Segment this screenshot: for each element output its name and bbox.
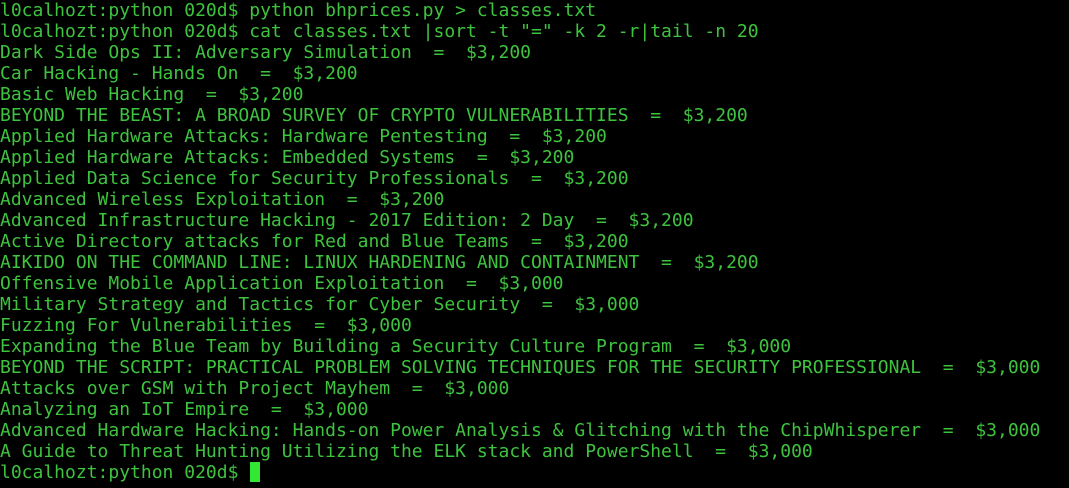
output-line: Active Directory attacks for Red and Blu…	[0, 231, 1069, 252]
output-line: Applied Hardware Attacks: Hardware Pente…	[0, 126, 1069, 147]
output-line: Dark Side Ops II: Adversary Simulation =…	[0, 42, 1069, 63]
output-line: Advanced Hardware Hacking: Hands-on Powe…	[0, 420, 1069, 441]
output-text: Car Hacking - Hands On = $3,200	[0, 63, 358, 84]
shell-prompt: l0calhozt:python 020d$	[0, 21, 250, 42]
output-text: Advanced Hardware Hacking: Hands-on Powe…	[0, 420, 1041, 441]
output-text: Applied Hardware Attacks: Embedded Syste…	[0, 147, 575, 168]
output-line: Car Hacking - Hands On = $3,200	[0, 63, 1069, 84]
shell-prompt: l0calhozt:python 020d$	[0, 462, 250, 483]
terminal-window[interactable]: l0calhozt:python 020d$ python bhprices.p…	[0, 0, 1069, 488]
command-line-1: l0calhozt:python 020d$ python bhprices.p…	[0, 0, 1069, 21]
output-line: Applied Hardware Attacks: Embedded Syste…	[0, 147, 1069, 168]
output-line: A Guide to Threat Hunting Utilizing the …	[0, 441, 1069, 462]
output-text: Analyzing an IoT Empire = $3,000	[0, 399, 369, 420]
output-text: BEYOND THE SCRIPT: PRACTICAL PROBLEM SOL…	[0, 357, 1041, 378]
output-text: BEYOND THE BEAST: A BROAD SURVEY OF CRYP…	[0, 105, 748, 126]
output-line: AIKIDO ON THE COMMAND LINE: LINUX HARDEN…	[0, 252, 1069, 273]
output-text: Active Directory attacks for Red and Blu…	[0, 231, 629, 252]
command-text: cat classes.txt |sort -t "=" -k 2 -r|tai…	[249, 21, 759, 42]
output-text: Applied Data Science for Security Profes…	[0, 168, 629, 189]
output-line: Advanced Wireless Exploitation = $3,200	[0, 189, 1069, 210]
output-text: Advanced Wireless Exploitation = $3,200	[0, 189, 445, 210]
command-text: python bhprices.py > classes.txt	[249, 0, 597, 21]
active-prompt-line[interactable]: l0calhozt:python 020d$	[0, 462, 1069, 483]
output-text: AIKIDO ON THE COMMAND LINE: LINUX HARDEN…	[0, 252, 759, 273]
output-line: Offensive Mobile Application Exploitatio…	[0, 273, 1069, 294]
output-text: A Guide to Threat Hunting Utilizing the …	[0, 441, 813, 462]
output-text: Military Strategy and Tactics for Cyber …	[0, 294, 640, 315]
output-line: Advanced Infrastructure Hacking - 2017 E…	[0, 210, 1069, 231]
output-line: Applied Data Science for Security Profes…	[0, 168, 1069, 189]
shell-prompt: l0calhozt:python 020d$	[0, 0, 250, 21]
output-text: Attacks over GSM with Project Mayhem = $…	[0, 378, 510, 399]
output-line: Fuzzing For Vulnerabilities = $3,000	[0, 315, 1069, 336]
output-text: Basic Web Hacking = $3,200	[0, 84, 304, 105]
output-line: Expanding the Blue Team by Building a Se…	[0, 336, 1069, 357]
output-text: Advanced Infrastructure Hacking - 2017 E…	[0, 210, 694, 231]
output-text: Offensive Mobile Application Exploitatio…	[0, 273, 564, 294]
output-line: BEYOND THE SCRIPT: PRACTICAL PROBLEM SOL…	[0, 357, 1069, 378]
output-text: Dark Side Ops II: Adversary Simulation =…	[0, 42, 532, 63]
output-line: Military Strategy and Tactics for Cyber …	[0, 294, 1069, 315]
output-text: Fuzzing For Vulnerabilities = $3,000	[0, 315, 412, 336]
output-line: Basic Web Hacking = $3,200	[0, 84, 1069, 105]
command-line-2: l0calhozt:python 020d$ cat classes.txt |…	[0, 21, 1069, 42]
output-line: Analyzing an IoT Empire = $3,000	[0, 399, 1069, 420]
text-cursor[interactable]	[250, 462, 261, 482]
output-line: Attacks over GSM with Project Mayhem = $…	[0, 378, 1069, 399]
output-text: Expanding the Blue Team by Building a Se…	[0, 336, 792, 357]
output-line: BEYOND THE BEAST: A BROAD SURVEY OF CRYP…	[0, 105, 1069, 126]
output-text: Applied Hardware Attacks: Hardware Pente…	[0, 126, 607, 147]
